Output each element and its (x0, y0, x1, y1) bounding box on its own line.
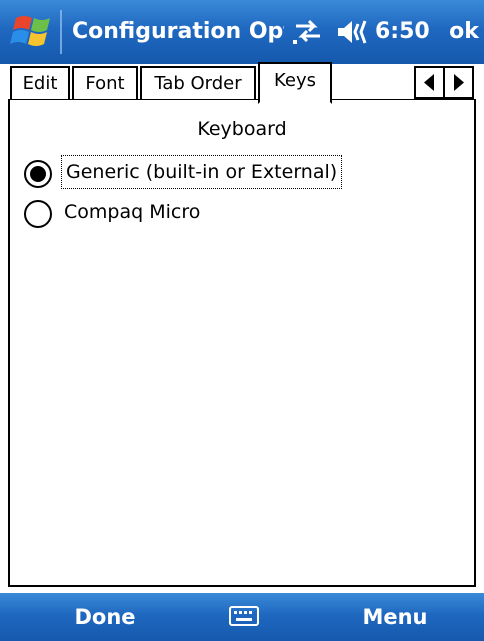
radio-button-unselected[interactable] (24, 200, 52, 228)
radio-label-generic[interactable]: Generic (built-in or External) (60, 155, 343, 189)
triangle-left-icon[interactable] (416, 68, 445, 97)
clock[interactable]: 6:50 (375, 16, 435, 48)
tab-tab-order[interactable]: Tab Order (140, 66, 256, 99)
ok-button[interactable]: ok (444, 10, 484, 54)
window-title: Configuration Optior (72, 19, 284, 44)
tab-edit[interactable]: Edit (10, 66, 70, 99)
menu-softkey[interactable]: Menu (330, 593, 460, 641)
tab-font[interactable]: Font (72, 66, 138, 99)
title-separator (60, 10, 62, 54)
triangle-right-icon[interactable] (445, 68, 472, 97)
connectivity-arrows-icon[interactable] (292, 16, 324, 46)
softkey-bar: Done Menu (0, 593, 484, 641)
speaker-volume-icon[interactable] (336, 18, 370, 46)
tab-scroll-buttons (414, 66, 474, 99)
title-bar: Configuration Optior 6:50 ok (0, 0, 484, 64)
radio-label-compaq[interactable]: Compaq Micro (64, 198, 200, 226)
windows-flag-icon[interactable] (10, 12, 54, 52)
keyboard-icon[interactable] (224, 603, 264, 631)
keyboard-group-label: Keyboard (197, 118, 287, 140)
radio-button-selected[interactable] (24, 160, 52, 188)
done-softkey[interactable]: Done (40, 593, 170, 641)
tab-keys[interactable]: Keys (258, 62, 332, 104)
